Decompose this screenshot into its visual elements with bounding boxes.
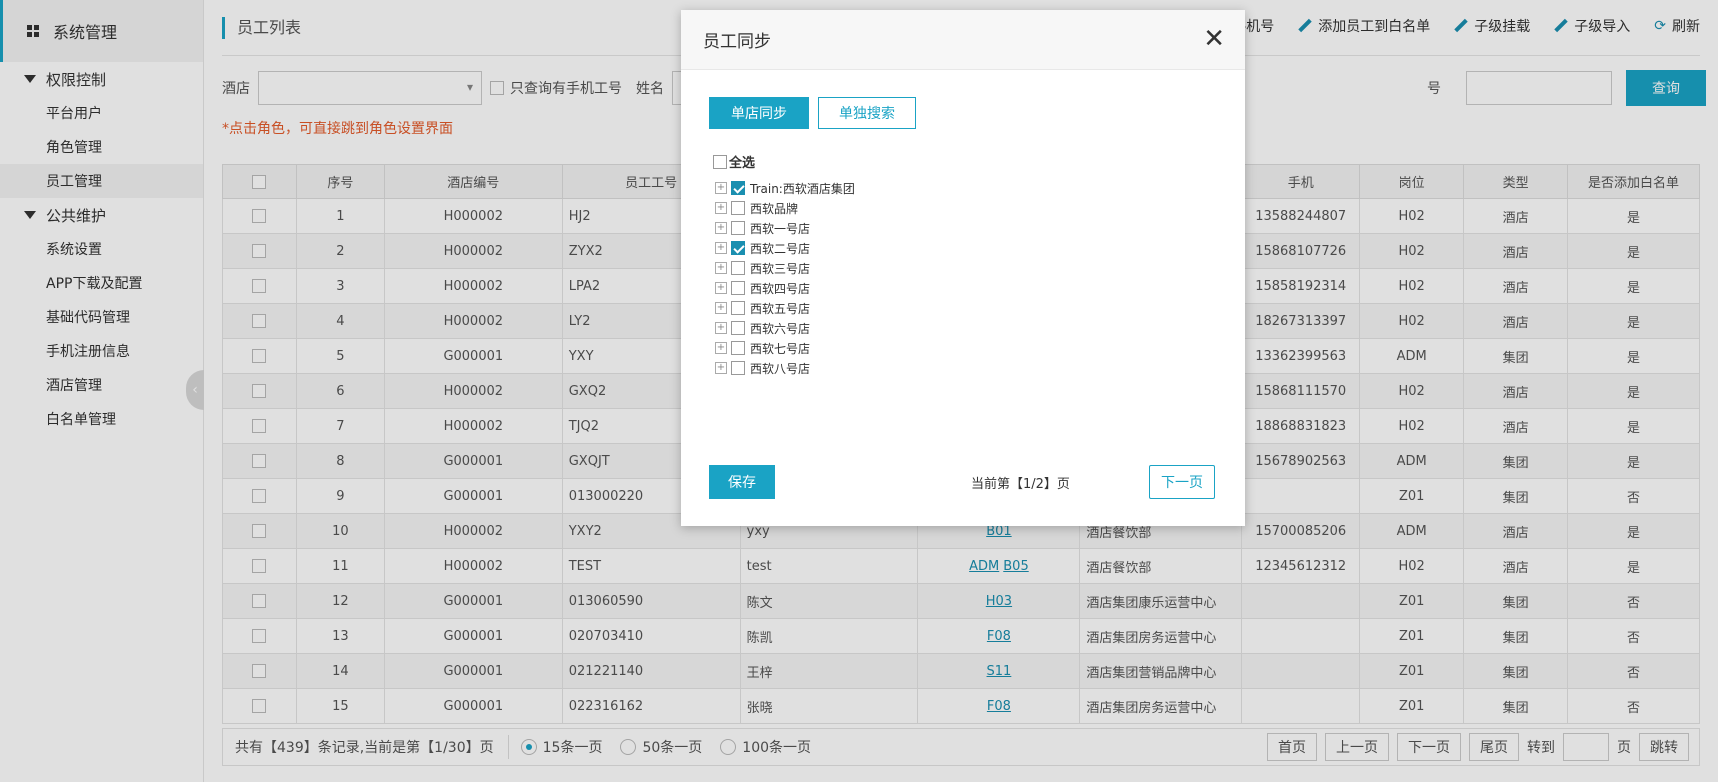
expand-icon[interactable]: +: [715, 242, 727, 254]
employee-sync-dialog: 员工同步 ✕ 单店同步 单独搜索 全选 + Train:西软酒店集团 + 西软品牌 + 西…: [681, 10, 1245, 526]
tree-node-label: 西软八号店: [750, 361, 811, 376]
expand-icon[interactable]: +: [715, 282, 727, 294]
tree-node-label: 西软二号店: [750, 241, 811, 256]
close-icon[interactable]: ✕: [1203, 26, 1225, 52]
tree-node-label: 西软一号店: [750, 221, 811, 236]
tree-node[interactable]: + 西软五号店: [715, 298, 855, 318]
tree-node-checkbox[interactable]: [731, 181, 745, 195]
tree-node[interactable]: + 西软七号店: [715, 338, 855, 358]
tree-node-label: 西软品牌: [750, 201, 799, 216]
tree-node-checkbox[interactable]: [731, 321, 745, 335]
select-all-checkbox[interactable]: [713, 154, 727, 169]
dialog-page-info: 当前第【1/2】页: [971, 477, 1070, 492]
expand-icon[interactable]: +: [715, 262, 727, 274]
tree-node-checkbox[interactable]: [731, 361, 745, 375]
tree-node[interactable]: + 西软品牌: [715, 198, 855, 218]
tree-node-checkbox[interactable]: [731, 261, 745, 275]
expand-icon[interactable]: +: [715, 342, 727, 354]
tab-single-store-sync[interactable]: 单店同步: [709, 97, 809, 129]
tree-node[interactable]: + 西软四号店: [715, 278, 855, 298]
tree-node-checkbox[interactable]: [731, 221, 745, 235]
tree-node[interactable]: + 西软二号店: [715, 238, 855, 258]
expand-icon[interactable]: +: [715, 202, 727, 214]
expand-icon[interactable]: +: [715, 362, 727, 374]
tree-node-label: 西软五号店: [750, 301, 811, 316]
tree-node-label: 西软三号店: [750, 261, 811, 276]
expand-icon[interactable]: +: [715, 182, 727, 194]
tree-node-label: Train:西软酒店集团: [750, 181, 855, 196]
tree-node-checkbox[interactable]: [731, 241, 745, 255]
tree-node-label: 西软六号店: [750, 321, 811, 336]
save-button[interactable]: 保存: [709, 465, 775, 499]
dialog-next-page-button[interactable]: 下一页: [1149, 465, 1215, 499]
select-all[interactable]: 全选: [713, 152, 755, 171]
tab-individual-search[interactable]: 单独搜索: [818, 97, 916, 129]
select-all-label: 全选: [729, 156, 756, 171]
tree-node[interactable]: + 西软六号店: [715, 318, 855, 338]
expand-icon[interactable]: +: [715, 302, 727, 314]
tree-node-label: 西软四号店: [750, 281, 811, 296]
expand-icon[interactable]: +: [715, 322, 727, 334]
tree-node-checkbox[interactable]: [731, 281, 745, 295]
dialog-header: 员工同步 ✕: [681, 10, 1245, 70]
tree-node[interactable]: + 西软三号店: [715, 258, 855, 278]
tree-node-checkbox[interactable]: [731, 341, 745, 355]
tree-node-checkbox[interactable]: [731, 301, 745, 315]
tree-node[interactable]: + 西软八号店: [715, 358, 855, 378]
tree-node-label: 西软七号店: [750, 341, 811, 356]
tree-node[interactable]: + 西软一号店: [715, 218, 855, 238]
store-tree: + Train:西软酒店集团 + 西软品牌 + 西软一号店 + 西软二号店 + 西软三号店 + 西软四…: [715, 178, 855, 378]
tree-node-checkbox[interactable]: [731, 201, 745, 215]
tree-node[interactable]: + Train:西软酒店集团: [715, 178, 855, 198]
expand-icon[interactable]: +: [715, 222, 727, 234]
dialog-title: 员工同步: [703, 32, 771, 52]
